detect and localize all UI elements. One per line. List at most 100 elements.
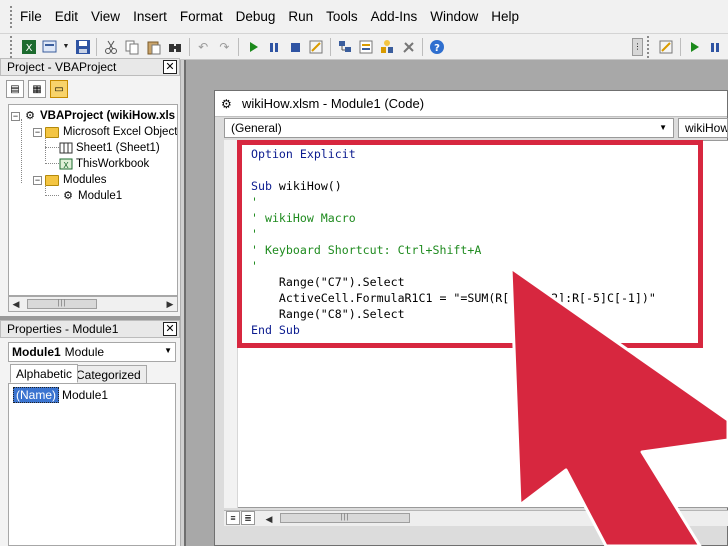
code-line[interactable]: ' xyxy=(251,226,258,242)
run-icon[interactable] xyxy=(686,38,703,56)
insert-dropdown-icon[interactable]: ▼ xyxy=(62,43,70,50)
excel-view-icon[interactable]: X xyxy=(20,38,37,56)
code-horizontal-scrollbar[interactable]: ◀ ||| xyxy=(224,510,728,526)
toolbar-grip[interactable] xyxy=(10,35,14,58)
menu-view[interactable]: View xyxy=(91,7,120,26)
tree-node-vbaproject[interactable]: − ⚙ VBAProject (wikiHow.xls xyxy=(11,108,175,124)
code-line[interactable]: ' xyxy=(251,258,258,274)
cut-icon[interactable] xyxy=(102,38,119,56)
scroll-thumb[interactable]: ||| xyxy=(280,513,410,523)
code-gutter xyxy=(224,140,238,508)
chevron-down-icon[interactable]: ▼ xyxy=(164,346,172,355)
code-comment: ' Keyboard Shortcut: Ctrl+Shift+A xyxy=(251,243,482,257)
code-line[interactable]: Sub wikiHow() xyxy=(251,178,342,194)
scroll-right-icon[interactable]: ▶ xyxy=(163,297,177,311)
menu-grip[interactable] xyxy=(10,5,14,28)
object-combo[interactable]: (General) ▼ xyxy=(224,118,674,138)
code-line[interactable]: ' xyxy=(251,194,258,210)
workbook-icon: X xyxy=(59,158,73,170)
redo-icon[interactable]: ↷ xyxy=(216,38,233,56)
code-text: wikiHow() xyxy=(271,179,342,193)
vba-project-icon: ⚙ xyxy=(25,110,35,122)
menu-add-ins[interactable]: Add-Ins xyxy=(371,7,418,26)
scroll-left-icon[interactable]: ◀ xyxy=(9,297,23,311)
properties-window-icon[interactable] xyxy=(357,38,374,56)
code-line[interactable]: Option Explicit xyxy=(251,146,356,162)
tree-node-label: Modules xyxy=(63,174,107,186)
scroll-left-icon[interactable]: ◀ xyxy=(262,512,276,526)
design-mode-icon[interactable] xyxy=(308,38,325,56)
reset-icon[interactable] xyxy=(287,38,304,56)
code-text: ActiveCell.FormulaR1C1 = "=SUM(R[-5]C[-2… xyxy=(251,291,656,305)
view-object-icon[interactable]: ▦ xyxy=(28,80,46,98)
save-icon[interactable] xyxy=(74,38,91,56)
menu-format[interactable]: Format xyxy=(180,7,223,26)
toolbar-overflow-icon[interactable]: ⋮ xyxy=(631,37,644,56)
project-horizontal-scrollbar[interactable]: ◀ ||| ▶ xyxy=(8,296,178,312)
code-keyword: Option Explicit xyxy=(251,147,356,161)
procedure-combo[interactable]: wikiHow xyxy=(678,118,728,138)
collapse-icon[interactable]: − xyxy=(33,175,42,185)
collapse-icon[interactable]: − xyxy=(33,127,42,137)
scroll-thumb[interactable]: ||| xyxy=(27,299,97,309)
property-name: (Name) xyxy=(13,387,60,403)
folder-icon xyxy=(45,174,59,186)
tree-node-excel-objects[interactable]: − Microsoft Excel Objects xyxy=(33,124,177,140)
code-window-titlebar[interactable]: ⚙ wikiHow.xlsm - Module1 (Code) xyxy=(215,91,727,117)
procedure-view-icon[interactable]: ≡ xyxy=(226,511,240,525)
close-icon[interactable]: ✕ xyxy=(163,60,177,74)
svg-text:X: X xyxy=(63,161,69,170)
menu-debug[interactable]: Debug xyxy=(236,7,276,26)
project-explorer-icon[interactable] xyxy=(336,38,353,56)
menu-insert[interactable]: Insert xyxy=(133,7,167,26)
toolbar-separator xyxy=(679,37,681,56)
code-line[interactable]: Range("C7").Select xyxy=(251,274,405,290)
menu-tools[interactable]: Tools xyxy=(326,7,358,26)
tab-categorized[interactable]: Categorized xyxy=(70,365,147,384)
code-line[interactable]: ' Keyboard Shortcut: Ctrl+Shift+A xyxy=(251,242,481,258)
toolbar-separator xyxy=(330,37,332,56)
menu-file[interactable]: File xyxy=(20,7,42,26)
toggle-folders-icon[interactable]: ▭ xyxy=(50,80,68,98)
code-line[interactable]: End Sub xyxy=(251,322,300,338)
copy-icon[interactable] xyxy=(124,38,141,56)
menu-run[interactable]: Run xyxy=(288,7,313,26)
paste-icon[interactable] xyxy=(145,38,162,56)
tab-alphabetic[interactable]: Alphabetic xyxy=(10,364,79,383)
design-mode-icon[interactable] xyxy=(657,38,674,56)
code-line[interactable]: ' wikiHow Macro xyxy=(251,210,356,226)
collapse-icon[interactable]: − xyxy=(11,111,20,121)
full-module-view-icon[interactable]: ≣ xyxy=(241,511,255,525)
property-value[interactable]: Module1 xyxy=(62,388,108,402)
object-browser-icon[interactable] xyxy=(379,38,396,56)
property-row[interactable]: (Name) Module1 xyxy=(13,387,108,403)
menu-edit[interactable]: Edit xyxy=(55,7,78,26)
toolbar-separator xyxy=(188,37,190,56)
view-code-icon[interactable]: ▤ xyxy=(6,80,24,98)
code-line[interactable]: Range("C8").Select xyxy=(251,306,405,322)
tree-node-label: Sheet1 (Sheet1) xyxy=(76,142,160,154)
tree-node-label: Module1 xyxy=(78,190,123,202)
help-icon[interactable]: ? xyxy=(428,38,445,56)
object-combo-value: (General) xyxy=(231,121,282,135)
menu-window[interactable]: Window xyxy=(430,7,478,26)
tree-node-modules[interactable]: − Modules xyxy=(33,172,106,188)
toolbox-icon[interactable] xyxy=(400,38,417,56)
tree-node-sheet1[interactable]: Sheet1 (Sheet1) xyxy=(59,140,160,156)
break-icon[interactable] xyxy=(265,38,282,56)
tree-node-thisworkbook[interactable]: X ThisWorkbook xyxy=(59,156,149,172)
insert-module-icon[interactable] xyxy=(41,38,58,56)
code-line[interactable]: ActiveCell.FormulaR1C1 = "=SUM(R[-5]C[-2… xyxy=(251,290,656,306)
find-icon[interactable] xyxy=(166,38,183,56)
undo-icon[interactable]: ↶ xyxy=(194,38,211,56)
tree-node-module1[interactable]: ⚙ Module1 xyxy=(61,188,122,204)
worksheet-icon xyxy=(59,142,73,154)
chevron-down-icon[interactable]: ▼ xyxy=(659,123,667,132)
break-icon[interactable] xyxy=(707,38,724,56)
run-icon[interactable] xyxy=(244,38,261,56)
close-icon[interactable]: ✕ xyxy=(163,322,177,336)
tree-node-label: ThisWorkbook xyxy=(76,158,150,170)
object-selector[interactable]: Module1 Module ▼ xyxy=(8,342,176,362)
toolbar-grip[interactable] xyxy=(647,35,651,58)
menu-help[interactable]: Help xyxy=(491,7,519,26)
